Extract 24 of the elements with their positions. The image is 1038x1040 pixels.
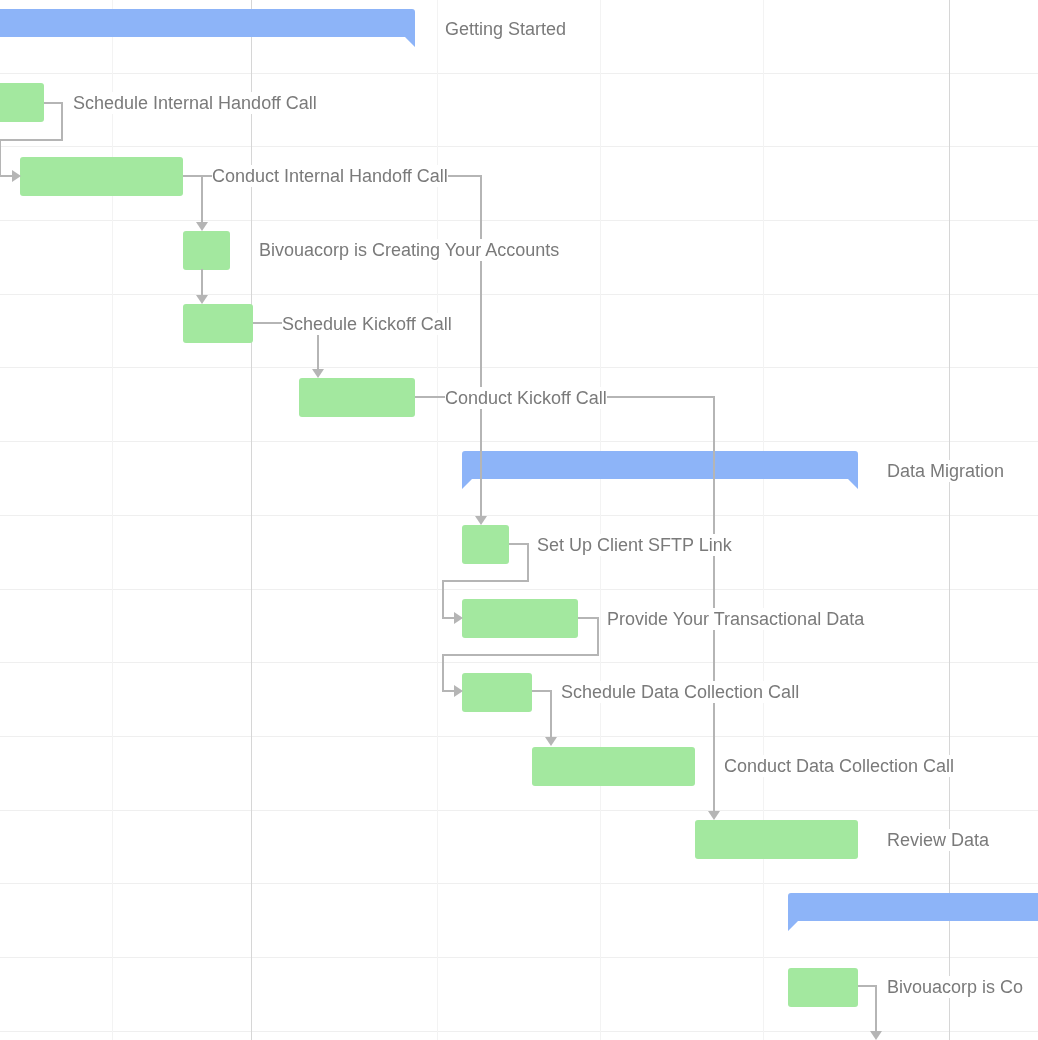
- task-bar[interactable]: [462, 525, 509, 565]
- task-bar[interactable]: [695, 820, 858, 860]
- task-bar[interactable]: [788, 967, 858, 1007]
- task-label: Provide Your Transactional Data: [607, 607, 865, 630]
- task-bar[interactable]: [183, 230, 230, 270]
- task-label: Bivouacorp is Co: [887, 976, 1024, 999]
- task-bar[interactable]: [462, 672, 532, 712]
- task-label: Bivouacorp is Creating Your Accounts: [259, 239, 560, 262]
- task-label: Schedule Data Collection Call: [561, 681, 800, 704]
- dependency-arrow: [857, 985, 882, 1040]
- task-label: Schedule Kickoff Call: [282, 312, 452, 335]
- task-bar[interactable]: [532, 746, 695, 786]
- task-label: Review Data: [887, 828, 990, 851]
- task-bar[interactable]: [299, 378, 415, 417]
- task-label: Conduct Internal Handoff Call: [212, 165, 448, 188]
- task-bar[interactable]: [0, 83, 44, 123]
- task-label: Data Migration: [887, 460, 1005, 483]
- task-bar[interactable]: [462, 599, 578, 639]
- task-label: Schedule Internal Handoff Call: [73, 91, 317, 114]
- task-label: Conduct Data Collection Call: [724, 755, 955, 777]
- task-bar[interactable]: [20, 156, 183, 196]
- task-bar[interactable]: [183, 304, 253, 344]
- task-label: Conduct Kickoff Call: [445, 386, 607, 409]
- task-label: Set Up Client SFTP Link: [537, 533, 732, 556]
